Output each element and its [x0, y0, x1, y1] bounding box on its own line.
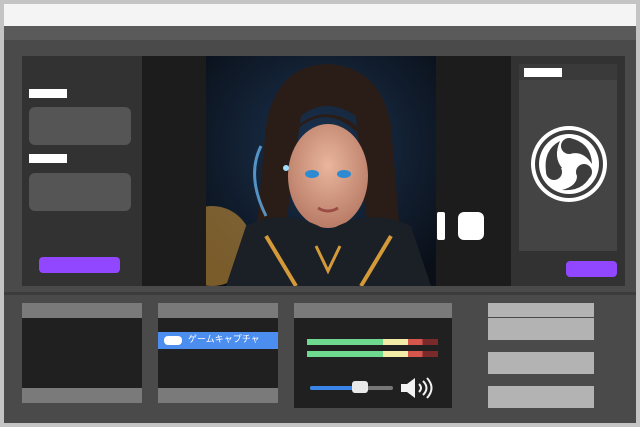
dock-separator: [4, 292, 636, 295]
settings-button[interactable]: [566, 261, 617, 277]
source-item-game-capture[interactable]: ゲームキャプチャ: [158, 332, 278, 349]
source-item-label: ゲームキャプチャ: [188, 335, 260, 345]
speaker-volume-icon[interactable]: [399, 376, 435, 400]
panel-title-bar: [524, 68, 562, 77]
setting-label-1: [29, 89, 67, 98]
stop-icon[interactable]: [458, 212, 484, 240]
gamepad-icon: [164, 336, 182, 345]
menu-bar: [4, 26, 636, 40]
volume-slider-handle[interactable]: [351, 381, 368, 393]
obs-logo-icon: [529, 124, 609, 204]
scenes-header: [22, 303, 142, 318]
setting-field-2[interactable]: [29, 173, 131, 211]
sources-footer: [158, 388, 278, 403]
game-capture-image: [206, 56, 436, 286]
control-button-1[interactable]: [488, 318, 594, 340]
controls-header: [488, 303, 594, 317]
audio-meter-right: [307, 351, 438, 357]
start-streaming-button[interactable]: [39, 257, 120, 273]
scenes-footer: [22, 388, 142, 403]
sources-header: [158, 303, 278, 318]
control-button-3[interactable]: [488, 386, 594, 408]
control-button-2[interactable]: [488, 352, 594, 374]
title-bar: [4, 4, 636, 26]
audio-mixer-header: [294, 303, 452, 318]
pause-icon[interactable]: [437, 212, 445, 240]
audio-meter-left: [307, 339, 438, 345]
setting-field-1[interactable]: [29, 107, 131, 145]
setting-label-2: [29, 154, 67, 163]
